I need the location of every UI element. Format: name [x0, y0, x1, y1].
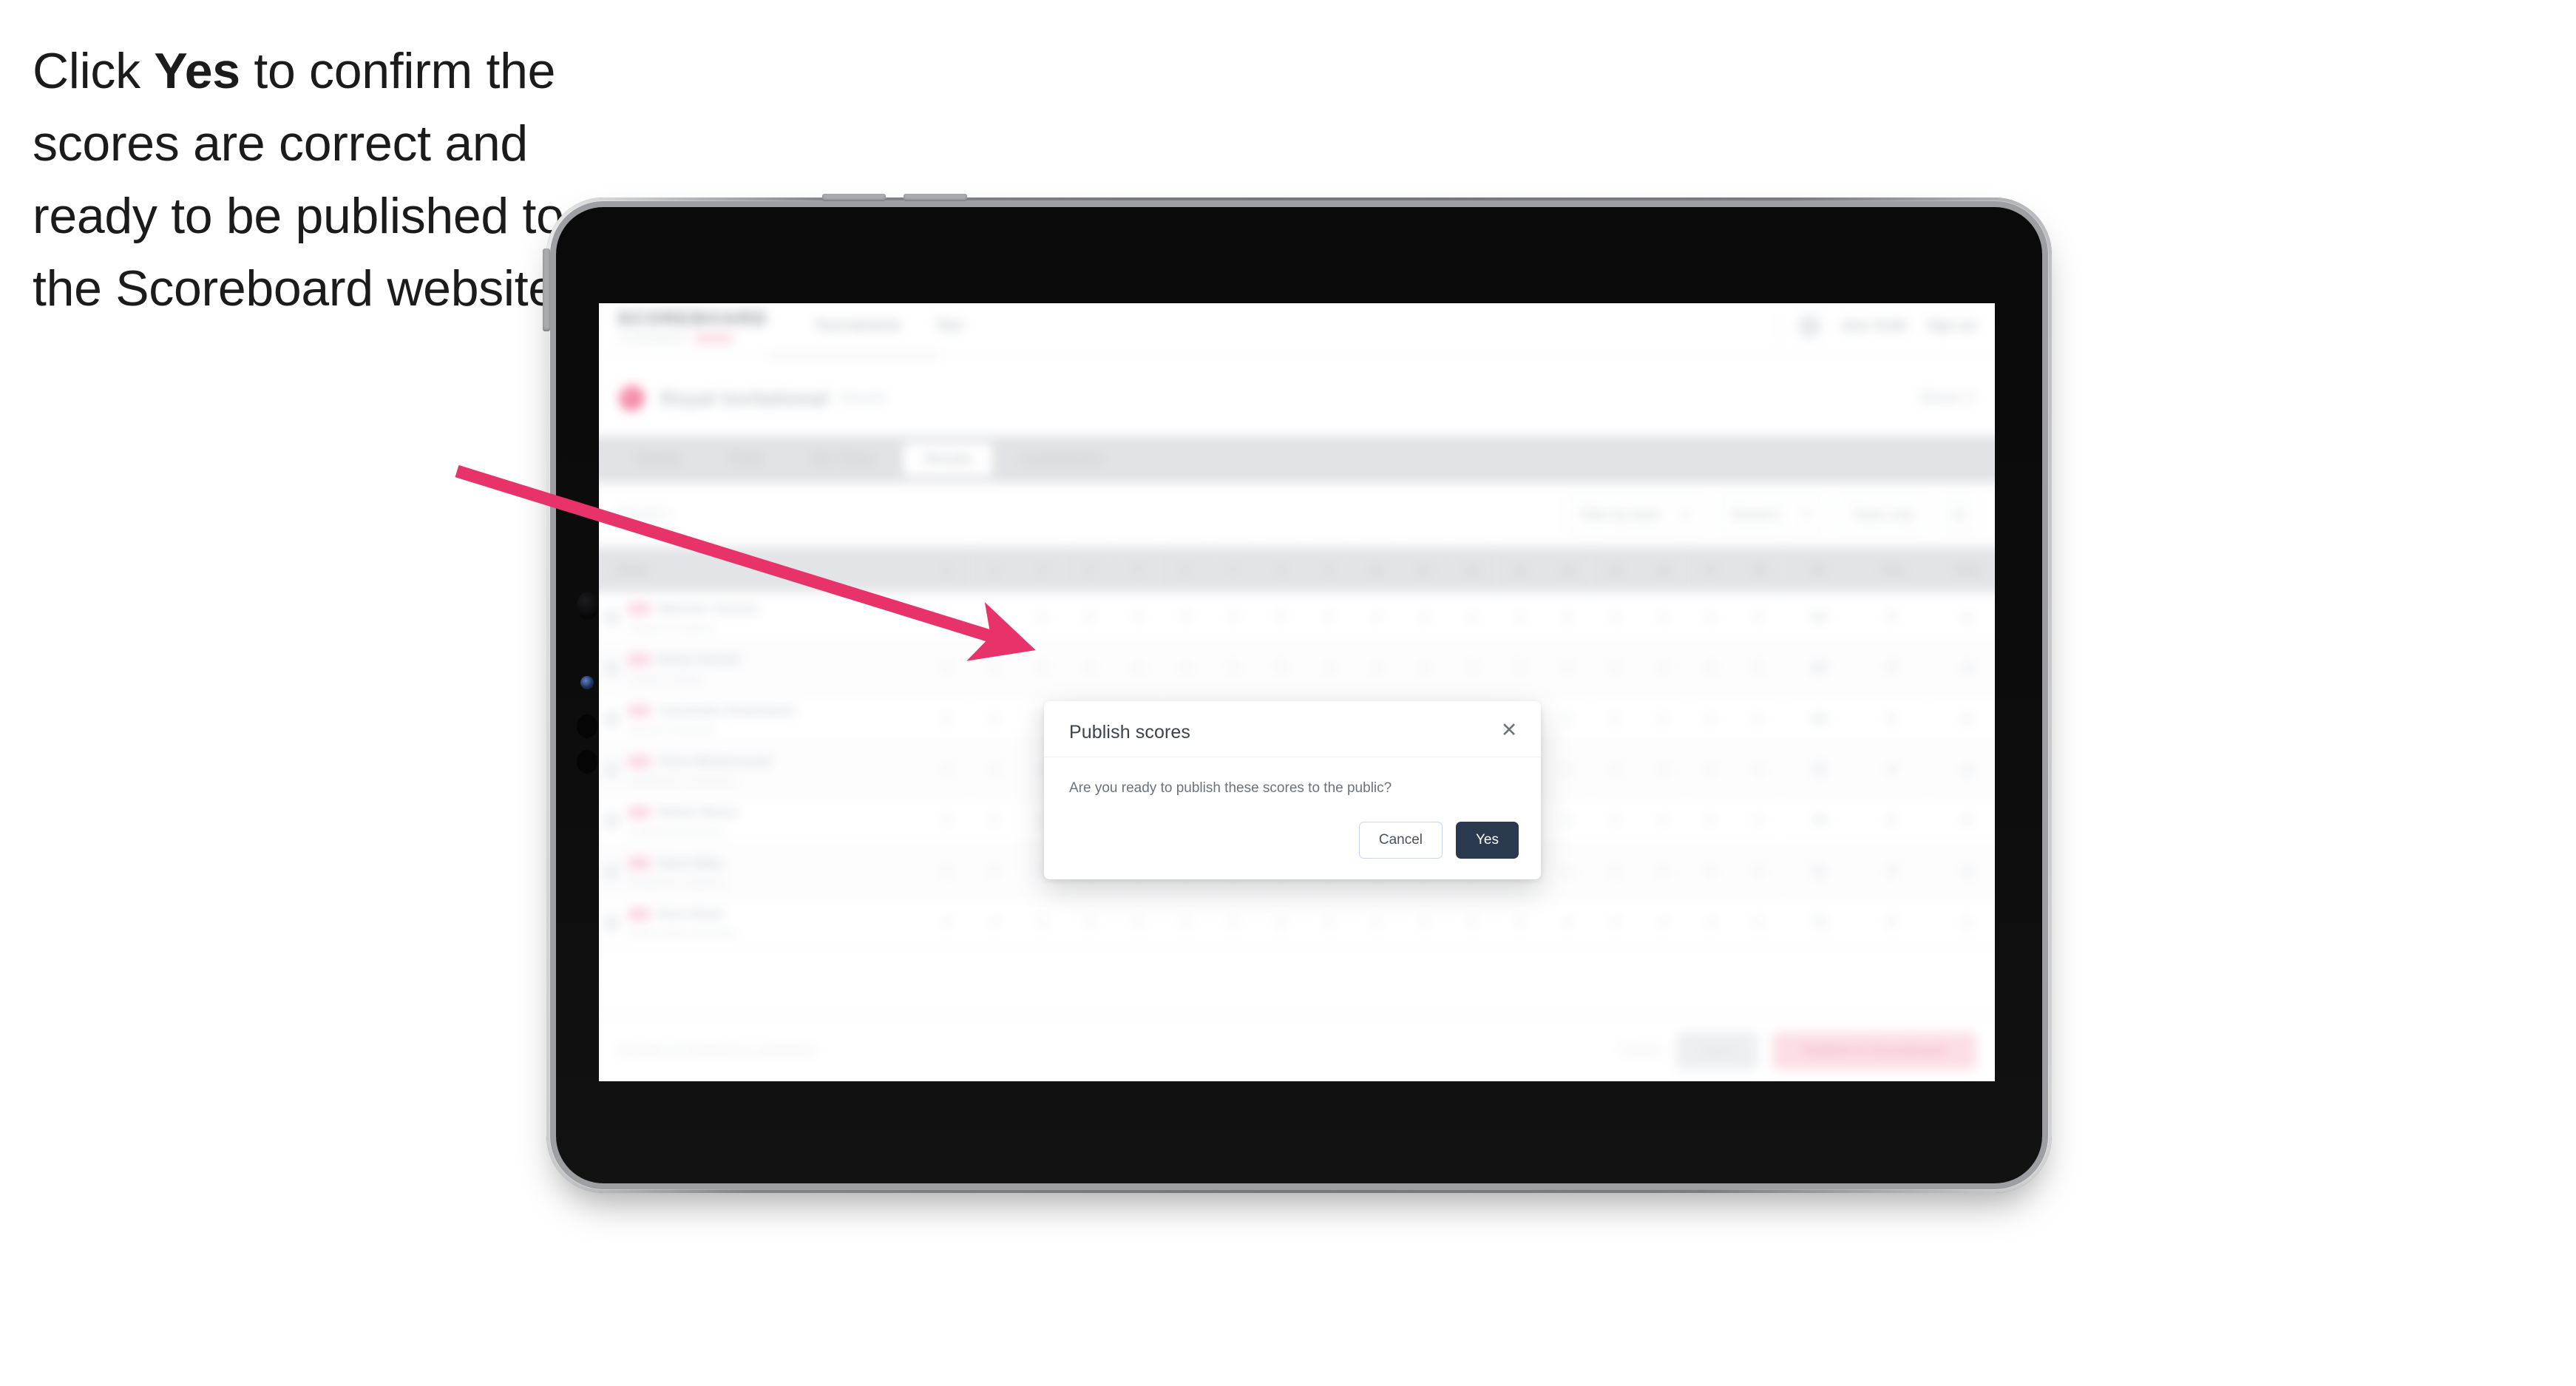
close-icon[interactable]: ✕ — [1497, 717, 1522, 743]
instruction-caption: Click Yes to confirm the scores are corr… — [33, 36, 572, 325]
volume-down-button[interactable] — [904, 194, 967, 201]
modal-scrim[interactable] — [599, 303, 1995, 1081]
ir-sensor-icon — [577, 714, 597, 738]
dialog-actions: Cancel Yes — [1044, 805, 1541, 879]
dialog-title: Publish scores — [1069, 722, 1190, 743]
publish-scores-dialog: Publish scores ✕ Are you ready to publis… — [1044, 701, 1541, 879]
ambient-sensor-icon — [586, 643, 591, 649]
front-camera-icon — [577, 592, 599, 620]
tablet-screen: SCOREBOARD TOURNAMENT Tournaments Tour J… — [599, 303, 1995, 1081]
volume-up-button[interactable] — [822, 194, 886, 201]
yes-button[interactable]: Yes — [1456, 821, 1519, 859]
power-button[interactable] — [543, 249, 550, 331]
tablet-device: SCOREBOARD TOURNAMENT Tournaments Tour J… — [543, 194, 2042, 1183]
caption-bold-yes: Yes — [154, 43, 240, 99]
dialog-message: Are you ready to publish these scores to… — [1069, 780, 1392, 796]
depth-camera-icon — [580, 676, 594, 689]
dialog-header: Publish scores ✕ — [1044, 701, 1541, 757]
cancel-button[interactable]: Cancel — [1358, 821, 1443, 859]
dot-projector-icon — [577, 750, 597, 774]
caption-before: Click — [33, 43, 155, 99]
